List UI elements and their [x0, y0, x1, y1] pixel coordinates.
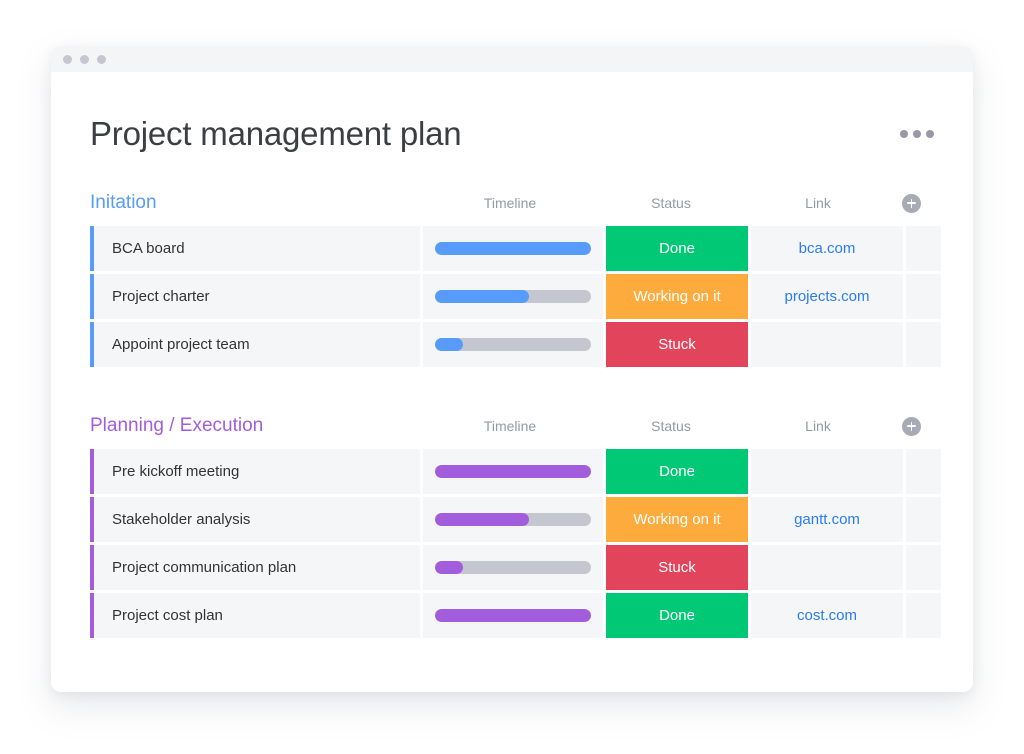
add-column-cell	[894, 194, 929, 213]
row-name-cell[interactable]: Project cost plan	[90, 593, 420, 638]
table-row[interactable]: Project cost plan Donecost.com	[90, 593, 934, 638]
status-badge[interactable]: Working on it	[606, 497, 748, 542]
column-header-timeline: Timeline	[420, 418, 600, 434]
table-row[interactable]: Project charter Working on itprojects.com	[90, 274, 934, 319]
status-badge[interactable]: Stuck	[606, 322, 748, 367]
row-name-cell[interactable]: Project communication plan	[90, 545, 420, 590]
row-link-cell[interactable]: gantt.com	[751, 497, 903, 542]
progress-track	[435, 338, 591, 351]
row-extra-cell[interactable]	[906, 322, 941, 367]
row-extra-cell[interactable]	[906, 545, 941, 590]
kebab-dot-3	[926, 130, 934, 138]
progress-fill	[435, 561, 463, 574]
table-row[interactable]: Pre kickoff meeting Done	[90, 449, 934, 494]
row-timeline-cell[interactable]	[423, 449, 603, 494]
group-header: InitationTimelineStatusLink	[90, 188, 934, 218]
add-column-button[interactable]	[902, 417, 921, 436]
row-name-cell[interactable]: Pre kickoff meeting	[90, 449, 420, 494]
status-badge[interactable]: Done	[606, 226, 748, 271]
row-name-cell[interactable]: Project charter	[90, 274, 420, 319]
progress-fill	[435, 338, 463, 351]
row-timeline-cell[interactable]	[423, 226, 603, 271]
progress-track	[435, 242, 591, 255]
column-header-link: Link	[742, 195, 894, 211]
row-name-cell[interactable]: Stakeholder analysis	[90, 497, 420, 542]
board-header: Project management plan	[90, 72, 934, 152]
status-badge[interactable]: Done	[606, 593, 748, 638]
row-link-cell[interactable]	[751, 449, 903, 494]
table-row[interactable]: Project communication plan Stuck	[90, 545, 934, 590]
row-name-cell[interactable]: BCA board	[90, 226, 420, 271]
status-badge[interactable]: Done	[606, 449, 748, 494]
progress-fill	[435, 290, 529, 303]
window-close-dot[interactable]	[63, 55, 72, 64]
status-badge[interactable]: Stuck	[606, 545, 748, 590]
row-link-cell[interactable]: bca.com	[751, 226, 903, 271]
row-link-cell[interactable]: projects.com	[751, 274, 903, 319]
browser-window: Project management plan InitationTimelin…	[51, 46, 973, 692]
group-title[interactable]: Planning / Execution	[90, 415, 420, 437]
row-timeline-cell[interactable]	[423, 274, 603, 319]
row-timeline-cell[interactable]	[423, 322, 603, 367]
kebab-dot-1	[900, 130, 908, 138]
row-link-cell[interactable]: cost.com	[751, 593, 903, 638]
status-badge[interactable]: Working on it	[606, 274, 748, 319]
screenshot-stage: Project management plan InitationTimelin…	[0, 0, 1024, 754]
row-timeline-cell[interactable]	[423, 497, 603, 542]
group-title[interactable]: Initation	[90, 192, 420, 214]
group: Planning / ExecutionTimelineStatusLink Pr…	[90, 411, 934, 638]
group-header: Planning / ExecutionTimelineStatusLink	[90, 411, 934, 441]
column-header-status: Status	[600, 195, 742, 211]
row-extra-cell[interactable]	[906, 274, 941, 319]
table-row[interactable]: Stakeholder analysis Working on itgantt.c…	[90, 497, 934, 542]
row-extra-cell[interactable]	[906, 497, 941, 542]
column-header-link: Link	[742, 418, 894, 434]
progress-track	[435, 465, 591, 478]
row-timeline-cell[interactable]	[423, 593, 603, 638]
table-row[interactable]: Appoint project team Stuck	[90, 322, 934, 367]
window-maximize-dot[interactable]	[97, 55, 106, 64]
row-name-cell[interactable]: Appoint project team	[90, 322, 420, 367]
progress-fill	[435, 242, 591, 255]
progress-track	[435, 513, 591, 526]
group: InitationTimelineStatusLink BCA board Done…	[90, 188, 934, 367]
progress-track	[435, 609, 591, 622]
board-body: Project management plan InitationTimelin…	[51, 72, 973, 692]
row-extra-cell[interactable]	[906, 226, 941, 271]
column-header-timeline: Timeline	[420, 195, 600, 211]
page-title: Project management plan	[90, 116, 461, 152]
row-extra-cell[interactable]	[906, 593, 941, 638]
progress-track	[435, 561, 591, 574]
add-column-button[interactable]	[902, 194, 921, 213]
window-titlebar	[51, 46, 973, 72]
kebab-menu-icon[interactable]	[900, 130, 934, 138]
groups-container: InitationTimelineStatusLinkBCA boardDone…	[90, 188, 934, 638]
kebab-dot-2	[913, 130, 921, 138]
row-extra-cell[interactable]	[906, 449, 941, 494]
table-row[interactable]: BCA board Donebca.com	[90, 226, 934, 271]
column-header-status: Status	[600, 418, 742, 434]
progress-track	[435, 290, 591, 303]
row-link-cell[interactable]	[751, 322, 903, 367]
row-link-cell[interactable]	[751, 545, 903, 590]
window-minimize-dot[interactable]	[80, 55, 89, 64]
row-timeline-cell[interactable]	[423, 545, 603, 590]
progress-fill	[435, 465, 591, 478]
progress-fill	[435, 609, 591, 622]
add-column-cell	[894, 417, 929, 436]
progress-fill	[435, 513, 529, 526]
